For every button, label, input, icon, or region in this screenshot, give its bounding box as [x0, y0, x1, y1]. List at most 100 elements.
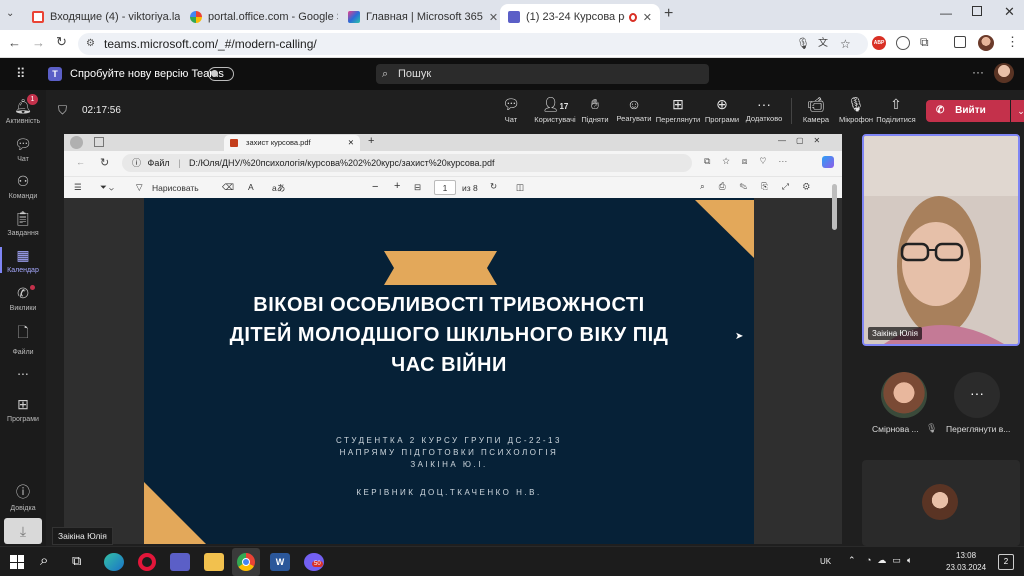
tray-expand-icon[interactable]: ⌃: [848, 555, 856, 566]
new-teams-label: Спробуйте нову версію Teams: [70, 68, 224, 80]
new-tab-button[interactable]: +: [664, 5, 673, 23]
mic-icon[interactable]: 🎙: [796, 33, 810, 55]
search-icon[interactable]: ⌕: [40, 552, 48, 569]
viber-icon[interactable]: 50: [304, 553, 324, 571]
rail-item-help[interactable]: ⓘ Довідка: [0, 482, 46, 512]
filter-icon: ⏷ ⌄: [100, 182, 114, 192]
participant-avatar-2[interactable]: [881, 372, 927, 418]
separator: [791, 98, 792, 124]
leave-options-button[interactable]: ⌄: [1011, 100, 1024, 122]
add-app-icon: ⊕: [716, 96, 728, 112]
participant-video-main[interactable]: Заікіна Юлія: [862, 134, 1020, 346]
zoom-in-icon: +: [394, 180, 401, 192]
teams-taskbar-icon[interactable]: [170, 553, 190, 571]
apps-button[interactable]: ⊕ Програми: [700, 96, 744, 124]
tab-search-button[interactable]: ⌄: [6, 8, 20, 22]
camera-button[interactable]: 📹︎ Камера: [794, 96, 838, 124]
file-explorer-icon[interactable]: [204, 553, 224, 571]
browser-tab-m365[interactable]: Главная | Microsoft 365 ✕: [340, 4, 498, 30]
edge-workspace-icon: [94, 137, 104, 147]
pdf-tab-title: захист курсова.pdf: [246, 138, 311, 147]
rail-item-teams[interactable]: ⚇ Команди: [0, 173, 46, 200]
rail-label: Активність: [5, 118, 41, 125]
adblock-extension-icon[interactable]: ABP: [872, 36, 886, 50]
slide-student-line: СТУДЕНТКА 2 КУРСУ ГРУПИ ДС-22-13: [336, 436, 562, 445]
task-view-icon[interactable]: ⧉: [72, 553, 81, 569]
rail-item-apps[interactable]: ⊞ Програми: [0, 396, 46, 423]
leave-button[interactable]: ✆ Вийти: [926, 100, 1010, 122]
translate-icon[interactable]: 文: [818, 33, 828, 55]
more-actions-button[interactable]: ··· Додатково: [742, 96, 786, 123]
user-avatar[interactable]: [994, 63, 1014, 83]
edge-window-controls: —▢✕: [778, 136, 831, 145]
edge-toolbar-icons: ⧉☆⧈♡⋯: [704, 156, 800, 166]
edge-icon[interactable]: [104, 553, 124, 571]
bookmark-star-icon[interactable]: ☆: [840, 33, 851, 55]
close-icon[interactable]: ✕: [483, 11, 498, 24]
share-button[interactable]: ⇧ Поділитися: [874, 96, 918, 124]
pdf-right-tools: ⌕⎙✎⎘⤢⚙: [700, 181, 824, 191]
close-icon[interactable]: ✕: [637, 11, 652, 24]
back-icon[interactable]: ←: [8, 35, 21, 50]
view-button[interactable]: ⊞ Переглянути: [654, 96, 702, 124]
page-total: из 8: [462, 183, 478, 193]
reload-icon[interactable]: ↻: [56, 34, 67, 50]
rail-item-files[interactable]: 🗋 Файли: [0, 322, 46, 356]
side-panel-icon[interactable]: [954, 36, 966, 48]
more-options-icon[interactable]: ···: [972, 65, 984, 79]
minimize-icon[interactable]: —: [940, 6, 952, 20]
clock-date[interactable]: 23.03.2024: [946, 563, 986, 572]
address-bar[interactable]: ⚙ teams.microsoft.com/_#/modern-calling/…: [78, 33, 868, 55]
participant-name-2: Смірнова ...: [872, 424, 919, 434]
extensions-icon[interactable]: ⧉: [920, 35, 929, 50]
teams-left-rail: 🔔︎ Активність 1 💬︎ Чат ⚇ Команди 📋︎ Завд…: [0, 90, 46, 546]
raise-hand-button[interactable]: ✋︎ Підняти: [573, 96, 617, 124]
site-info-icon[interactable]: ⚙: [86, 33, 95, 55]
profile-avatar[interactable]: [978, 35, 994, 51]
download-button[interactable]: ⤓: [4, 518, 42, 544]
calendar-icon: ▦: [16, 247, 30, 263]
rail-item-calls[interactable]: ✆ Виклики: [0, 285, 46, 312]
word-icon[interactable]: W: [270, 553, 290, 571]
view-all-button[interactable]: ···: [954, 372, 1000, 418]
rail-item-calendar[interactable]: ▦ Календар: [0, 247, 46, 274]
restore-icon[interactable]: [972, 6, 982, 16]
help-icon: ⓘ: [16, 484, 30, 500]
page-number-input: 1: [434, 180, 456, 195]
window-close-icon[interactable]: ✕: [1004, 4, 1015, 20]
globe-extension-icon[interactable]: [896, 36, 910, 50]
chrome-icon[interactable]: [232, 548, 260, 576]
slide-title-line-2: ДІТЕЙ МОЛОДШОГО ШКІЛЬНОГО ВІКУ ПІД: [229, 324, 669, 346]
forward-icon[interactable]: →: [32, 35, 45, 50]
windows-start-icon[interactable]: [10, 555, 24, 569]
recording-icon: [628, 12, 637, 22]
pdf-toolbar: ☰ ⏷ ⌄ ▽ Нарисовать ⌫ A aあ − + ⊟ 1 из 8 ↻…: [64, 176, 842, 198]
rail-item-more[interactable]: ...: [0, 362, 46, 381]
opera-icon[interactable]: [138, 553, 156, 571]
new-teams-toggle[interactable]: [208, 67, 234, 81]
pdf-scrollbar: [832, 184, 837, 230]
notifications-icon[interactable]: 2: [998, 554, 1014, 570]
browser-tab-teams[interactable]: (1) 23-24 Курсова робота ✕: [500, 4, 660, 30]
teams-search-input[interactable]: ⌕ Пошук: [376, 64, 709, 84]
browser-tab-gmail[interactable]: Входящие (4) - viktoriya.lazaren ✕: [24, 4, 180, 30]
app-launcher-icon[interactable]: ⠿: [16, 66, 25, 82]
tray-icons[interactable]: ◔☁▭🔈︎: [866, 555, 918, 566]
self-view-tile[interactable]: [862, 460, 1020, 546]
phone-hangup-icon: ✆: [936, 105, 945, 116]
assignments-icon: 📋︎: [14, 210, 32, 226]
rail-item-chat[interactable]: 💬︎ Чат: [0, 136, 46, 163]
clock-time[interactable]: 13:08: [956, 551, 976, 560]
mic-button[interactable]: 🎙︎ Мікрофон: [834, 96, 878, 124]
activity-badge: 1: [27, 94, 38, 105]
browser-menu-icon[interactable]: ⋮: [1006, 34, 1019, 50]
rail-item-activity[interactable]: 🔔︎ Активність 1: [0, 94, 46, 125]
browser-tab-google[interactable]: portal.office.com - Google Sear ✕: [182, 4, 338, 30]
react-button[interactable]: ☺ Реагувати: [612, 96, 656, 123]
rail-item-assignments[interactable]: 📋︎ Завдання: [0, 210, 46, 237]
keyboard-language[interactable]: UK: [820, 557, 831, 566]
windows-taskbar: ⌕ ⧉ W 50 UK ⌃ ◔☁▭🔈︎ 13:08 23.03.2024 2: [0, 546, 1024, 576]
edge-address-bar: ← ↻ ⓘ Файл | D:/Юля/ДНУ/%20психологія/ку…: [64, 151, 842, 176]
chat-button[interactable]: 💬︎ Чат: [489, 96, 533, 124]
camera-label: Камера: [802, 115, 830, 124]
